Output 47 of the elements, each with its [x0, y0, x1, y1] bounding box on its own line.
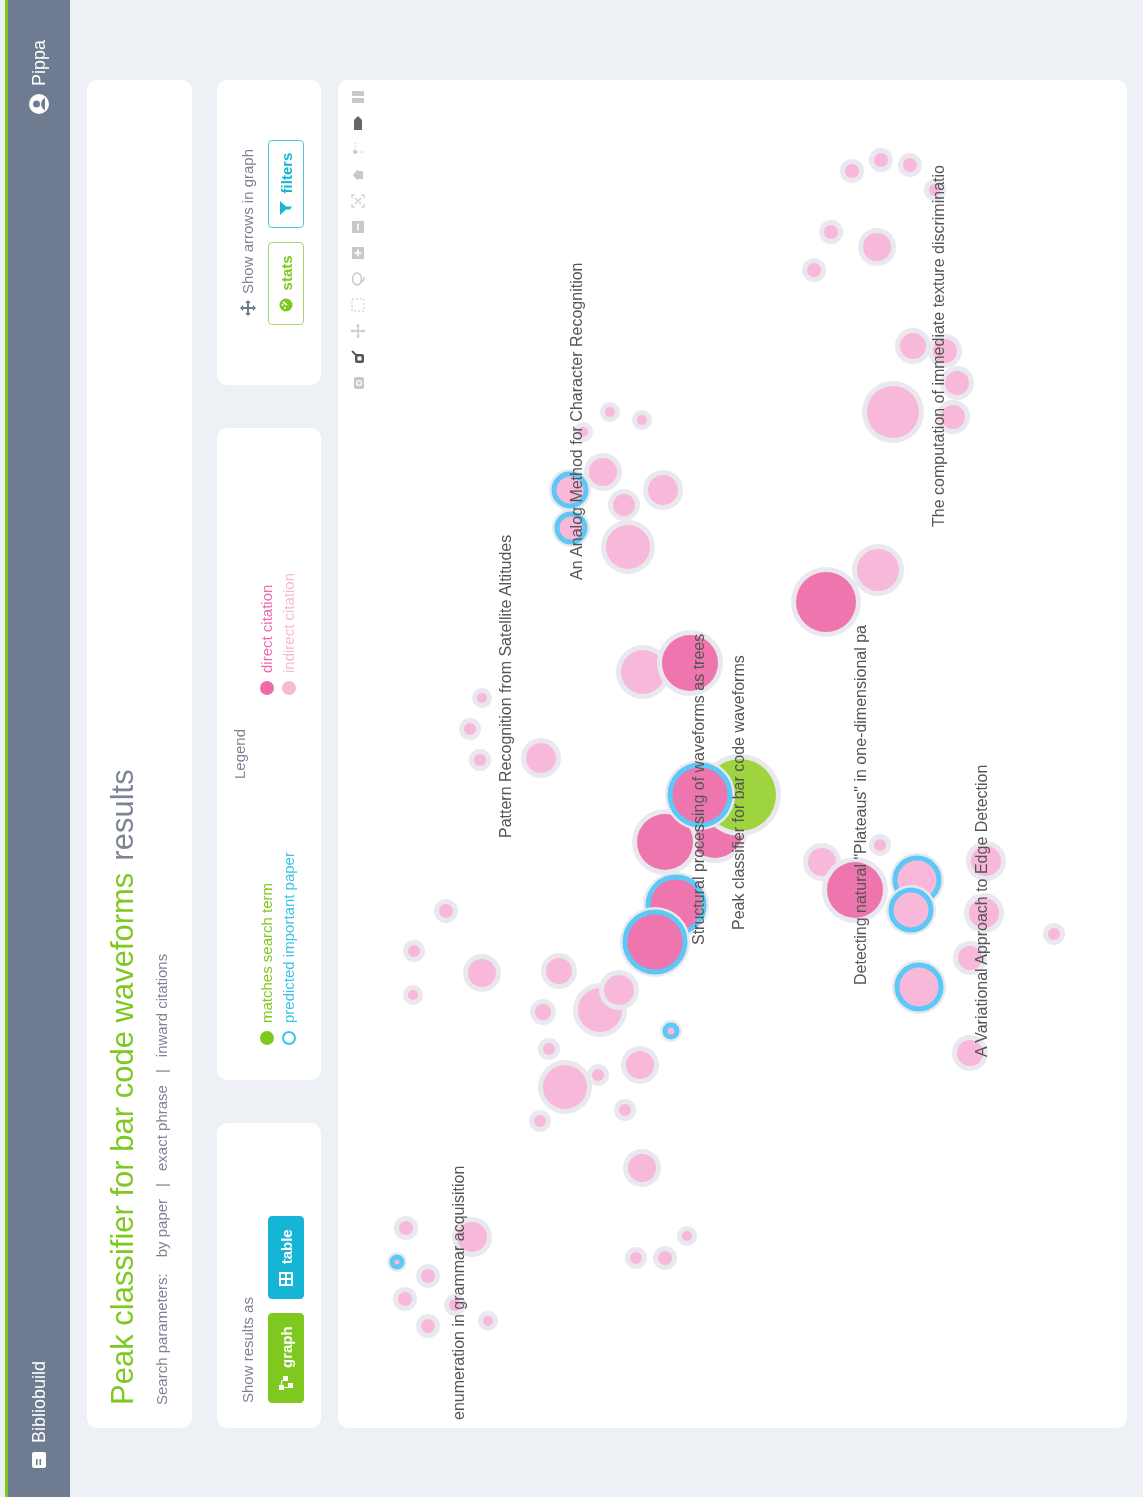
paper-label: Structural processing of waveforms as trees: [690, 633, 708, 945]
dashboard-icon: [279, 298, 293, 313]
lasso-icon[interactable]: [351, 272, 365, 286]
fit-icon[interactable]: [351, 194, 365, 208]
legend-label: direct citation: [258, 584, 275, 673]
paper-label: Pattern Recognition from Satellite Altitudes: [497, 534, 515, 838]
search-parameter: by paper: [153, 1198, 170, 1258]
search-parameter: inward citations: [153, 953, 170, 1058]
search-parameter: exact phrase: [153, 1085, 170, 1171]
pan-icon[interactable]: [351, 324, 365, 338]
stats-button[interactable]: stats: [268, 242, 304, 326]
user-name[interactable]: Pippa: [28, 40, 50, 87]
paper-label: enumeration in grammar acquisition: [450, 1165, 468, 1420]
separator: |: [153, 1069, 170, 1074]
results-label: results: [105, 769, 141, 861]
separator: |: [153, 1183, 170, 1187]
show-arrows-toggle[interactable]: Show arrows in graph: [239, 148, 256, 295]
app-name[interactable]: Bibliobuild: [28, 1360, 50, 1443]
table-icon: [279, 1272, 293, 1287]
camera-icon[interactable]: [351, 376, 365, 390]
table-button[interactable]: table: [268, 1216, 304, 1300]
search-parameters-label: Search parameters:: [153, 1273, 170, 1405]
paper-label: The computation of immediate texture discriminatio: [930, 165, 948, 527]
legend-label: indirect citation: [280, 572, 297, 673]
network-icon: [279, 1376, 293, 1390]
paper-label: An Analog Method for Character Recognition: [568, 262, 586, 580]
legend-title: Legend: [231, 728, 248, 780]
zoom-out-icon[interactable]: [351, 220, 365, 234]
legend-label: predicted important paper: [280, 852, 297, 1023]
zoom-in-icon[interactable]: [351, 246, 365, 260]
spike-lines-icon[interactable]: [351, 142, 365, 156]
paper-label: Detecting natural "Plateaus" in one-dimensional pa: [852, 624, 870, 985]
move-arrows-icon[interactable]: [239, 300, 256, 317]
legend-label: matches search term: [258, 882, 275, 1023]
paper-label: Peak classifier for bar code waveforms: [730, 655, 748, 930]
filters-button[interactable]: filters: [268, 139, 304, 229]
box-select-icon[interactable]: [351, 298, 365, 312]
graph-button[interactable]: graph: [268, 1313, 304, 1403]
book-icon: [30, 1451, 48, 1469]
user-avatar-icon[interactable]: [29, 94, 49, 115]
paper-label: A Variational Approach to Edge Detection: [973, 764, 991, 1057]
search-query-title: Peak classifier for bar code waveforms: [105, 872, 141, 1405]
hover-label-icon[interactable]: [351, 116, 365, 130]
zoom-icon[interactable]: [351, 350, 365, 364]
pause-icon[interactable]: [351, 90, 365, 104]
show-results-label: Show results as: [239, 1296, 256, 1403]
filter-icon: [279, 201, 293, 216]
